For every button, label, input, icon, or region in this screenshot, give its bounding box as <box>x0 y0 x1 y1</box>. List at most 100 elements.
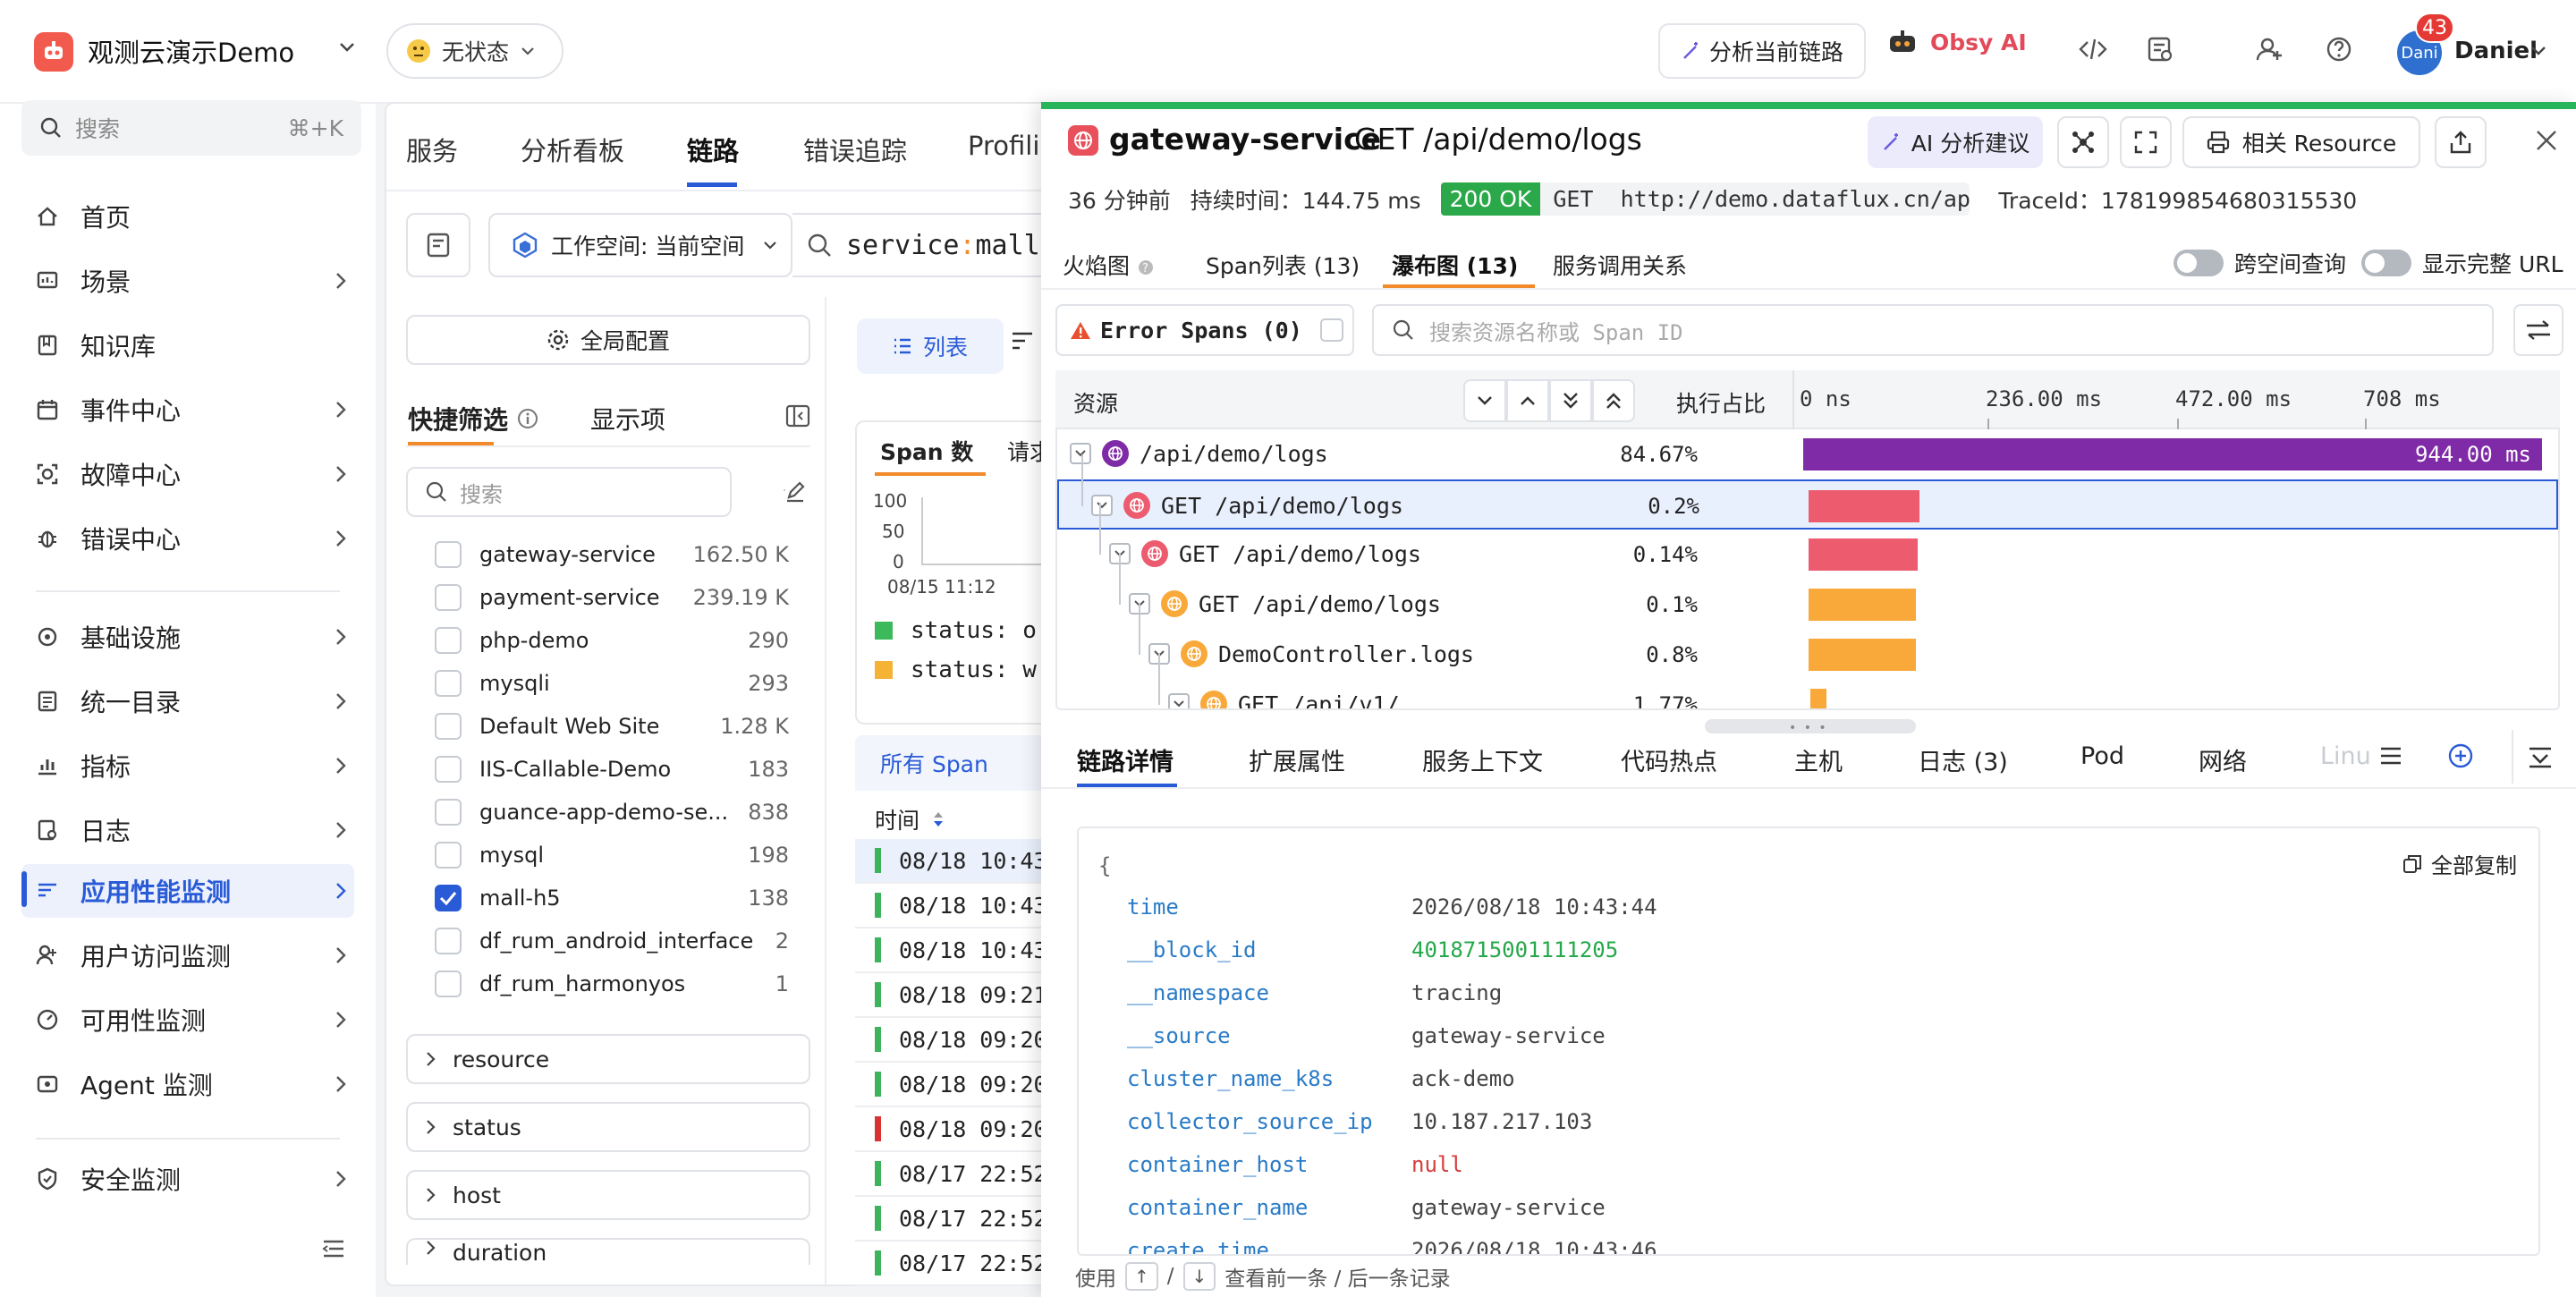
collapse-panel-icon[interactable] <box>2528 746 2553 769</box>
time-column-header[interactable]: 时间 <box>875 803 945 835</box>
checkbox[interactable] <box>435 756 462 783</box>
chevron-down-icon[interactable] <box>338 41 356 54</box>
analyze-link-button[interactable]: 分析当前链路 <box>1658 23 1866 79</box>
collapse-sidebar-icon[interactable] <box>322 1238 345 1259</box>
tab-dashboard[interactable]: 分析看板 <box>521 131 624 168</box>
collapse-all-button[interactable] <box>1592 379 1635 422</box>
sidebar-item-10[interactable]: 应用性能监测 <box>21 864 354 918</box>
full-url-toggle[interactable]: 显示完整 URL <box>2361 247 2563 279</box>
filter-group-2[interactable]: host <box>406 1170 810 1220</box>
error-spans-checkbox[interactable] <box>1319 318 1343 342</box>
obsy-ai-button[interactable]: Obsy AI <box>1887 29 2027 55</box>
service-filter-item[interactable]: gateway-service 162.50 K <box>435 533 789 576</box>
edit-icon[interactable] <box>782 478 807 503</box>
fullscreen-button[interactable] <box>2120 116 2172 168</box>
trace-row[interactable]: 08/18 09:20 <box>855 1063 1070 1107</box>
tab-profiling[interactable]: Profili <box>968 131 1039 161</box>
tab-span-list[interactable]: Span列表 (13) <box>1206 249 1360 281</box>
waterfall-row[interactable]: DemoController.logs 0.8% <box>1057 603 2558 680</box>
sidebar-item-11[interactable]: 用户访问监测 <box>21 928 354 982</box>
tab-extended-attrs[interactable]: 扩展属性 <box>1249 742 1345 777</box>
checkbox[interactable] <box>435 928 462 954</box>
swap-button[interactable] <box>2513 304 2563 356</box>
chevron-down-icon[interactable] <box>2529 45 2547 57</box>
saved-query-button[interactable] <box>406 213 470 277</box>
trace-row[interactable]: 08/18 09:20 <box>855 1018 1070 1063</box>
sidebar-item-14[interactable]: 安全监测 <box>21 1152 354 1206</box>
tab-network[interactable]: 网络 <box>2199 742 2247 777</box>
error-spans-filter[interactable]: Error Spans (0) <box>1055 304 1354 356</box>
span-search-input[interactable]: 搜索资源名称或 Span ID <box>1372 304 2494 356</box>
tab-flame-graph[interactable]: 火焰图 ? <box>1063 249 1155 281</box>
sidebar-item-0[interactable]: 首页 <box>21 190 354 243</box>
expand-one-button[interactable] <box>1463 379 1506 422</box>
filter-search-input[interactable]: 搜索 <box>406 467 732 517</box>
tab-trace-detail[interactable]: 链路详情 <box>1077 742 1174 777</box>
status-selector[interactable]: 无状态 <box>386 23 564 79</box>
service-filter-item[interactable]: df_rum_android_interface 2 <box>435 920 789 962</box>
checkbox[interactable] <box>435 842 462 869</box>
tab-code-hotspot[interactable]: 代码热点 <box>1621 742 1717 777</box>
user-name[interactable]: Daniel <box>2454 38 2538 64</box>
tab-pod[interactable]: Pod <box>2080 742 2124 770</box>
document-icon[interactable] <box>2147 36 2174 63</box>
checkbox[interactable] <box>435 541 462 568</box>
checkbox[interactable] <box>435 713 462 740</box>
trace-id[interactable]: TraceId：178199854680315530 <box>1998 183 2357 216</box>
query-input[interactable]: service:mall <box>792 213 1070 277</box>
tab-trace[interactable]: 链路 <box>687 131 739 168</box>
trace-row[interactable]: 08/18 09:21 <box>855 973 1070 1018</box>
tab-waterfall[interactable]: 瀑布图 (13) <box>1392 249 1518 281</box>
sidebar-item-5[interactable]: 错误中心 <box>21 512 354 565</box>
waterfall-row[interactable]: GET /api/demo/logs 0.1% <box>1057 553 2558 630</box>
expand-all-button[interactable] <box>1549 379 1592 422</box>
ai-advice-button[interactable]: AI 分析建议 <box>1868 116 2043 168</box>
all-span-tab[interactable]: 所有 Span <box>855 735 1070 791</box>
sort-icon[interactable] <box>1011 331 1034 351</box>
drag-handle-icon[interactable]: • • • <box>1789 721 1828 735</box>
add-tab-icon[interactable] <box>2447 742 2474 769</box>
trace-row[interactable]: 08/18 09:20 <box>855 1107 1070 1152</box>
service-filter-item[interactable]: guance-app-demo-se... 838 <box>435 791 789 834</box>
topology-button[interactable] <box>2057 116 2109 168</box>
sidebar-item-6[interactable]: 基础设施 <box>21 610 354 664</box>
trace-row[interactable]: 08/18 10:43 <box>855 884 1070 928</box>
service-filter-item[interactable]: IIS-Callable-Demo 183 <box>435 748 789 791</box>
panel-toggle-icon[interactable] <box>785 404 810 428</box>
workspace-select[interactable]: 工作空间: 当前空间 <box>488 213 792 277</box>
waterfall-row[interactable]: GET /api/v1/... 1.77% <box>1057 653 2558 708</box>
waterfall-row[interactable]: /api/demo/logs 84.67% 944.00 ms <box>1057 429 2558 479</box>
checkbox[interactable] <box>435 799 462 826</box>
sidebar-item-3[interactable]: 事件中心 <box>21 383 354 437</box>
sidebar-item-13[interactable]: Agent 监测 <box>21 1057 354 1111</box>
help-icon[interactable] <box>2326 36 2352 63</box>
collapse-one-button[interactable] <box>1506 379 1549 422</box>
checkbox[interactable] <box>435 584 462 611</box>
service-filter-item[interactable]: payment-service 239.19 K <box>435 576 789 619</box>
tab-linux[interactable]: Linu <box>2320 742 2370 770</box>
copy-all-button[interactable]: 全部复制 <box>2402 848 2517 879</box>
sidebar-item-7[interactable]: 统一目录 <box>21 674 354 728</box>
cross-space-toggle[interactable]: 跨空间查询 <box>2174 247 2346 279</box>
service-filter-item[interactable]: php-demo 290 <box>435 619 789 662</box>
sidebar-item-8[interactable]: 指标 <box>21 739 354 793</box>
share-button[interactable] <box>2435 116 2487 168</box>
menu-icon[interactable] <box>2379 746 2402 766</box>
code-icon[interactable] <box>2079 36 2107 63</box>
user-add-icon[interactable] <box>2256 36 2283 63</box>
sidebar-item-9[interactable]: 日志 <box>21 803 354 857</box>
filter-group-0[interactable]: resource <box>406 1034 810 1084</box>
trace-row[interactable]: 08/18 10:43 <box>855 839 1070 884</box>
global-config-button[interactable]: 全局配置 <box>406 315 810 365</box>
tab-show-fields[interactable]: 显示项 <box>590 401 665 437</box>
trace-row[interactable]: 08/17 22:52 <box>855 1152 1070 1197</box>
sidebar-search[interactable]: 搜索 ⌘+K <box>21 100 361 156</box>
list-view-button[interactable]: 列表 <box>857 318 1004 374</box>
related-resource-button[interactable]: 相关 Resource <box>2182 116 2420 168</box>
checkbox[interactable] <box>435 670 462 697</box>
service-filter-item[interactable]: mall-h5 138 <box>435 877 789 920</box>
sidebar-item-1[interactable]: 场景 <box>21 254 354 308</box>
service-filter-item[interactable]: df_rum_harmonyos 1 <box>435 962 789 1005</box>
close-icon[interactable] <box>2535 129 2558 152</box>
checkbox[interactable] <box>435 627 462 654</box>
